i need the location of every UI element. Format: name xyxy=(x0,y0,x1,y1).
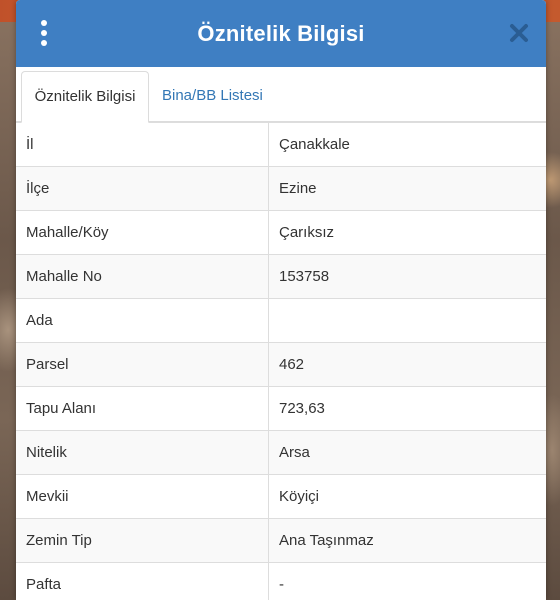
attribute-value: 723,63 xyxy=(268,386,546,431)
attribute-key: Mahalle/Köy xyxy=(16,210,269,255)
table-row: Parsel 462 xyxy=(16,342,546,387)
attribute-key: Mevkii xyxy=(16,474,269,519)
close-icon[interactable] xyxy=(508,22,530,44)
table-row: Tapu Alanı 723,63 xyxy=(16,386,546,431)
attribute-value xyxy=(268,298,546,343)
tab-building-list[interactable]: Bina/BB Listesi xyxy=(150,71,275,121)
attribute-table: İl Çanakkale İlçe Ezine Mahalle/Köy Çarıksız M… xyxy=(16,122,546,600)
attribute-key: Tapu Alanı xyxy=(16,386,269,431)
table-row: Pafta - xyxy=(16,562,546,600)
attribute-key: İl xyxy=(16,122,269,167)
attribute-key: Zemin Tip xyxy=(16,518,269,563)
attribute-key: Ada xyxy=(16,298,269,343)
attribute-value: 462 xyxy=(268,342,546,387)
attribute-key: Pafta xyxy=(16,562,269,600)
dialog-title: Öznitelik Bilgisi xyxy=(197,20,365,46)
attribute-value: - xyxy=(268,562,546,600)
table-row: Mahalle No 153758 xyxy=(16,254,546,299)
attribute-value: 153758 xyxy=(268,254,546,299)
attribute-key: Nitelik xyxy=(16,430,269,475)
dialog-header: Öznitelik Bilgisi xyxy=(16,0,546,67)
kebab-dot xyxy=(41,20,47,26)
table-row: Ada xyxy=(16,298,546,343)
table-row: Nitelik Arsa xyxy=(16,430,546,475)
tab-attribute-info[interactable]: Öznitelik Bilgisi xyxy=(21,71,149,123)
kebab-dot xyxy=(41,40,47,46)
kebab-menu-icon[interactable] xyxy=(38,20,50,46)
table-row: Mahalle/Köy Çarıksız xyxy=(16,210,546,255)
table-row: İl Çanakkale xyxy=(16,122,546,167)
attribute-info-dialog: Öznitelik Bilgisi Öznitelik Bilgisi Bina… xyxy=(16,0,546,600)
table-row: Zemin Tip Ana Taşınmaz xyxy=(16,518,546,563)
tab-bar: Öznitelik Bilgisi Bina/BB Listesi xyxy=(16,67,546,123)
attribute-key: Parsel xyxy=(16,342,269,387)
attribute-value: Arsa xyxy=(268,430,546,475)
attribute-value: Ana Taşınmaz xyxy=(268,518,546,563)
attribute-value: Köyiçi xyxy=(268,474,546,519)
kebab-dot xyxy=(41,30,47,36)
attribute-value: Çarıksız xyxy=(268,210,546,255)
attribute-value: Ezine xyxy=(268,166,546,211)
attribute-value: Çanakkale xyxy=(268,122,546,167)
attribute-key: İlçe xyxy=(16,166,269,211)
table-row: Mevkii Köyiçi xyxy=(16,474,546,519)
table-row: İlçe Ezine xyxy=(16,166,546,211)
attribute-key: Mahalle No xyxy=(16,254,269,299)
